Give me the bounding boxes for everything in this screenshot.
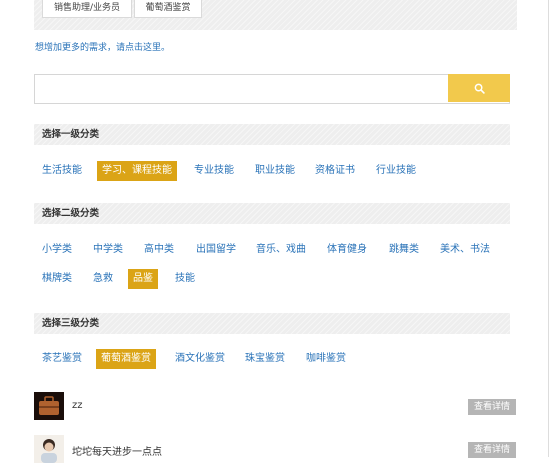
- level2-category-item-5[interactable]: 体育健身: [327, 240, 367, 260]
- level2-category-item-2[interactable]: 高中类: [144, 240, 174, 260]
- top-tab-sales-assistant[interactable]: 销售助理/业务员: [42, 0, 132, 18]
- user-row: 坨坨每天进步一点点 查看详情: [34, 435, 516, 463]
- level2-category-item-row2-0[interactable]: 棋牌类: [42, 269, 72, 289]
- level1-category-item-5[interactable]: 行业技能: [376, 161, 416, 181]
- level1-category-item-3[interactable]: 职业技能: [255, 161, 295, 181]
- level2-category-item-row2-3[interactable]: 技能: [175, 269, 195, 289]
- level2-category-item-row2-1[interactable]: 急救: [93, 269, 113, 289]
- level2-category-item-3[interactable]: 出国留学: [196, 240, 236, 260]
- level1-category-item-2[interactable]: 专业技能: [194, 161, 234, 181]
- level3-category-item-3[interactable]: 珠宝鉴赏: [245, 349, 285, 369]
- scroll-frame: [548, 0, 554, 457]
- view-details-button[interactable]: 查看详情: [468, 399, 516, 415]
- search-icon: [474, 83, 485, 94]
- user-name[interactable]: zz: [72, 400, 83, 411]
- user-row: zz 查看详情: [34, 392, 516, 420]
- level2-category-item-1[interactable]: 中学类: [93, 240, 123, 260]
- search-bar: [34, 74, 510, 104]
- level3-category-header: 选择三级分类: [34, 313, 510, 334]
- level3-category-item-2[interactable]: 酒文化鉴赏: [175, 349, 225, 369]
- level2-category-item-7[interactable]: 美术、书法: [440, 240, 490, 260]
- level1-category-header: 选择一级分类: [34, 124, 510, 145]
- level1-category-item-4[interactable]: 资格证书: [315, 161, 355, 181]
- user-name[interactable]: 坨坨每天进步一点点: [72, 443, 162, 458]
- level1-category-item-0[interactable]: 生活技能: [42, 161, 82, 181]
- level2-category-item-4[interactable]: 音乐、戏曲: [256, 240, 306, 260]
- search-button[interactable]: [448, 74, 510, 102]
- level2-category-item-0[interactable]: 小学类: [42, 240, 72, 260]
- top-tab-bar: 销售助理/业务员 葡萄酒鉴赏: [34, 0, 517, 30]
- level2-category-header: 选择二级分类: [34, 203, 510, 224]
- level1-category-item-1[interactable]: 学习、课程技能: [97, 161, 177, 181]
- level2-category-item-row2-2[interactable]: 品鉴: [128, 269, 158, 289]
- avatar: [34, 435, 64, 463]
- view-details-button[interactable]: 查看详情: [468, 442, 516, 458]
- level3-category-item-1[interactable]: 葡萄酒鉴赏: [96, 349, 156, 369]
- add-more-needs-link[interactable]: 想增加更多的需求，请点击这里。: [35, 40, 170, 53]
- search-input[interactable]: [35, 75, 447, 101]
- level2-category-item-6[interactable]: 跳舞类: [389, 240, 419, 260]
- top-tab-wine-appreciation[interactable]: 葡萄酒鉴赏: [134, 0, 202, 18]
- level3-category-item-4[interactable]: 咖啡鉴赏: [306, 349, 346, 369]
- avatar: [34, 392, 64, 420]
- level3-category-item-0[interactable]: 茶艺鉴赏: [42, 349, 82, 369]
